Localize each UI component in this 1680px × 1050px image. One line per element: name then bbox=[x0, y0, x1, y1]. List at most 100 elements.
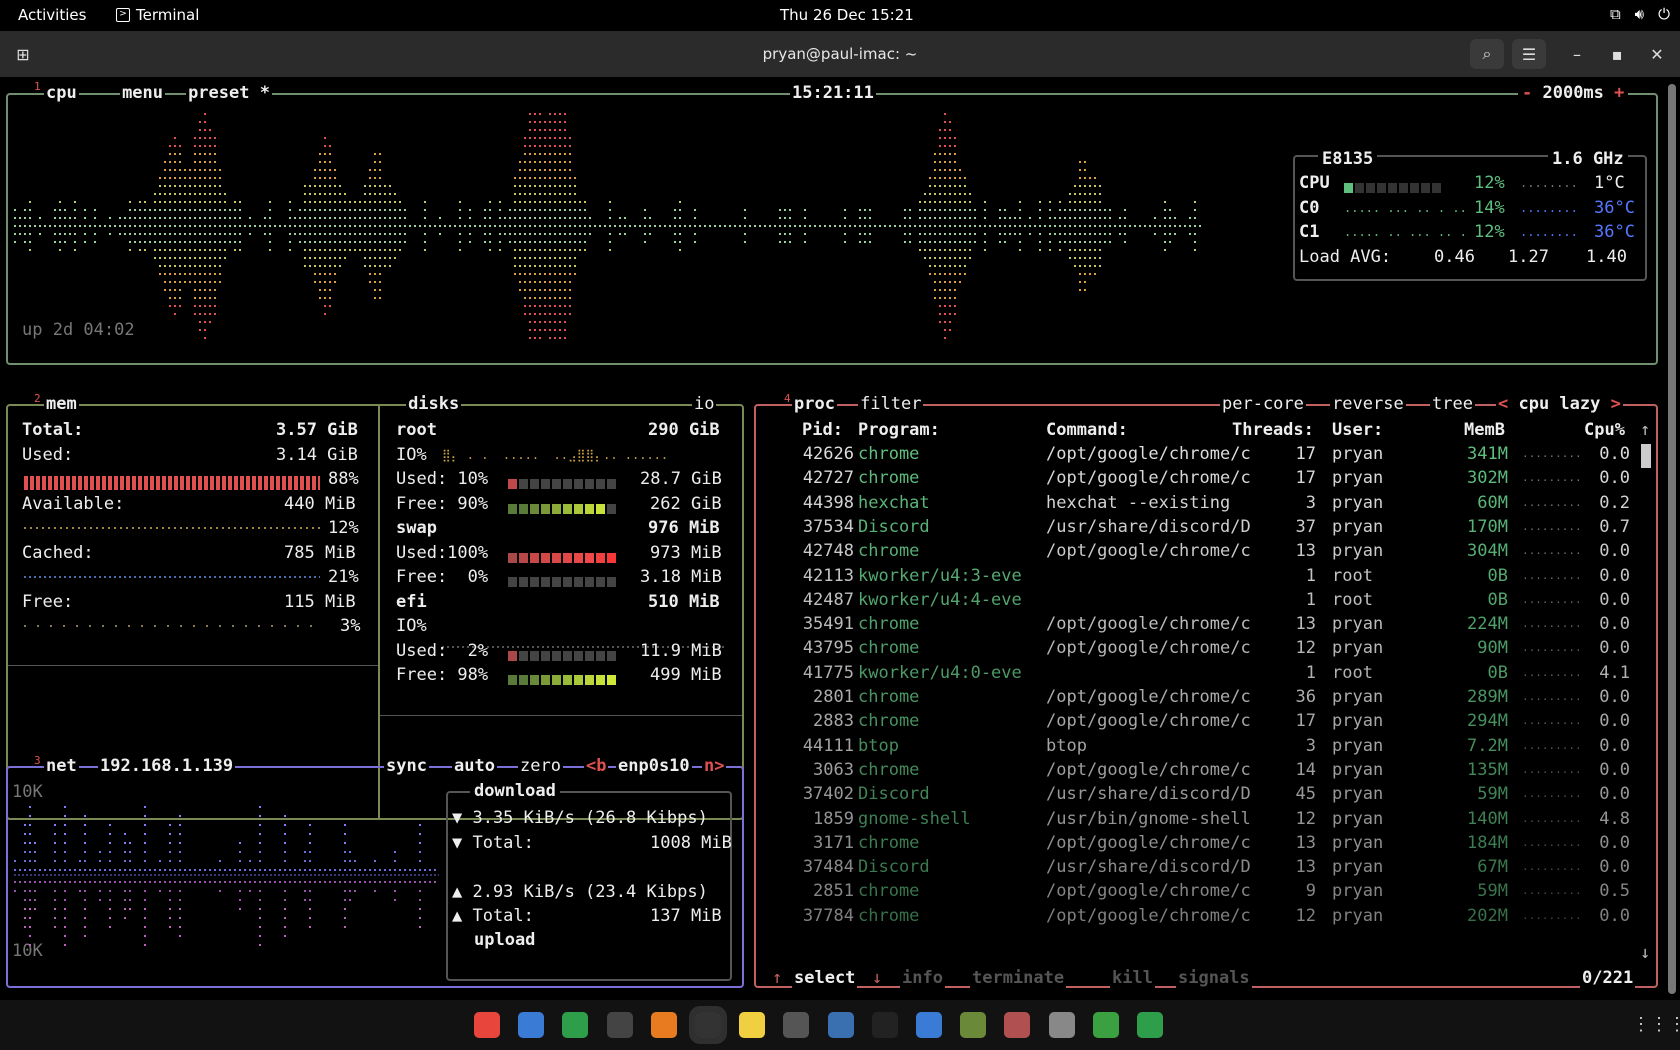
app-menu[interactable]: > Terminal bbox=[116, 6, 199, 24]
cell-command: /opt/google/chrome/c bbox=[1046, 444, 1251, 464]
cpu-graph-dot bbox=[239, 249, 241, 251]
auto-toggle[interactable]: auto bbox=[452, 756, 497, 776]
net-graph-dot bbox=[284, 824, 286, 826]
cpu-graph-dot bbox=[324, 281, 326, 283]
cpu-graph-dot bbox=[554, 249, 556, 251]
cpu-graph-dot bbox=[904, 209, 906, 211]
cpu-graph-dot bbox=[499, 217, 501, 219]
mem-free-label: Free: bbox=[22, 592, 74, 612]
menu-button[interactable]: ☰ bbox=[1512, 39, 1546, 69]
net-graph-dot bbox=[309, 890, 311, 892]
preset-button[interactable]: ppreset * bbox=[186, 83, 272, 103]
cpu-graph-dot bbox=[924, 225, 926, 227]
col-user[interactable]: User: bbox=[1332, 420, 1383, 440]
app-grid-icon[interactable]: ⋮⋮⋮ bbox=[1632, 1014, 1680, 1035]
cpu-graph-dot bbox=[524, 289, 526, 291]
scroll-up-icon[interactable]: ↑ bbox=[1640, 420, 1650, 440]
reverse-toggle[interactable]: rreverse bbox=[1330, 394, 1406, 414]
spreadsheet-icon[interactable] bbox=[562, 1012, 589, 1038]
terminate-button[interactable]: terminate bbox=[970, 968, 1067, 988]
cpu-graph-dot bbox=[214, 145, 216, 147]
terminal-area[interactable]: 1 cpu mmenu ppreset * 15:21:11 - 2000ms … bbox=[0, 77, 1680, 1000]
net-graph-dot bbox=[84, 908, 86, 910]
cpu-graph-dot bbox=[194, 209, 196, 211]
cpu-graph-dot bbox=[1194, 201, 1196, 203]
cpu-graph-dot bbox=[1134, 225, 1136, 227]
select-label[interactable]: select bbox=[792, 968, 858, 988]
per-core-toggle[interactable]: per-core bbox=[1220, 394, 1306, 414]
boxes-icon[interactable] bbox=[960, 1012, 987, 1038]
cpu-graph-dot bbox=[204, 129, 206, 131]
proc-label[interactable]: proc bbox=[792, 394, 837, 414]
settings-icon[interactable] bbox=[1048, 1012, 1075, 1038]
cpu-graph-dot bbox=[769, 225, 771, 227]
filter-button[interactable]: ffilter bbox=[858, 394, 924, 414]
cpu-graph-dot bbox=[334, 209, 336, 211]
kill-button[interactable]: kill bbox=[1110, 968, 1155, 988]
net-graph-dot bbox=[159, 860, 161, 862]
zero-toggle[interactable]: zero bbox=[518, 756, 563, 776]
trash-icon[interactable] bbox=[1137, 1012, 1163, 1038]
close-button[interactable]: ✕ bbox=[1640, 39, 1674, 69]
software-icon[interactable] bbox=[1004, 1012, 1031, 1038]
cpu-graph-dot bbox=[529, 305, 531, 307]
tree-toggle[interactable]: tree bbox=[1430, 394, 1475, 414]
sync-toggle[interactable]: sync bbox=[384, 756, 429, 776]
text-editor-icon[interactable] bbox=[518, 1012, 545, 1038]
notes-icon[interactable] bbox=[739, 1012, 766, 1038]
terminal-icon[interactable] bbox=[689, 1006, 727, 1044]
interval-control[interactable]: - 2000ms + bbox=[1518, 83, 1629, 103]
cpu-graph-dot bbox=[934, 249, 936, 251]
col-cpu[interactable]: Cpu% bbox=[1584, 420, 1625, 440]
calculator-icon[interactable] bbox=[783, 1012, 810, 1038]
cpu-graph-dot bbox=[224, 241, 226, 243]
document-icon[interactable] bbox=[916, 1012, 942, 1038]
disks-label[interactable]: ddisks bbox=[406, 394, 462, 414]
net-label[interactable]: net bbox=[44, 756, 79, 776]
cpu-graph-dot bbox=[534, 193, 536, 195]
extensions-icon[interactable] bbox=[1092, 1012, 1119, 1038]
python-icon[interactable] bbox=[827, 1012, 854, 1038]
proc-scroll-thumb[interactable] bbox=[1641, 444, 1651, 468]
cpu-graph-dot bbox=[124, 217, 126, 219]
net-graph-dot bbox=[309, 917, 311, 919]
minimize-button[interactable]: – bbox=[1560, 39, 1594, 69]
chrome-icon[interactable] bbox=[474, 1012, 500, 1038]
info-button[interactable]: info bbox=[900, 968, 945, 988]
io-toggle[interactable]: io bbox=[692, 394, 717, 414]
vlc-icon[interactable] bbox=[650, 1012, 677, 1038]
cpu-graph-dot bbox=[534, 313, 536, 315]
system-tray[interactable]: ⧉ 🔊︎ ⏻ bbox=[1610, 5, 1670, 23]
terminal-scrollbar-thumb[interactable] bbox=[1668, 84, 1676, 994]
cpu-graph-dot bbox=[884, 225, 886, 227]
sort-selector[interactable]: < cpu lazy > bbox=[1496, 394, 1623, 414]
net-graph-dot bbox=[49, 869, 51, 871]
search-button[interactable]: ⌕ bbox=[1470, 39, 1504, 69]
cpu-label[interactable]: cpu bbox=[44, 83, 79, 103]
cell-threads: 1 bbox=[1305, 662, 1316, 683]
col-mem[interactable]: MemB bbox=[1464, 420, 1505, 440]
clock[interactable]: Thu 26 Dec 15:21 bbox=[780, 6, 914, 24]
gnome-icon[interactable] bbox=[606, 1012, 633, 1038]
activities-button[interactable]: Activities bbox=[18, 6, 86, 24]
cpu-graph-dot bbox=[929, 201, 931, 203]
signals-button[interactable]: signals bbox=[1176, 968, 1252, 988]
next-iface-button[interactable]: n> bbox=[702, 756, 727, 776]
mem-label[interactable]: mem bbox=[44, 394, 79, 414]
menu-button-term[interactable]: mmenu bbox=[120, 83, 166, 103]
scroll-down-icon[interactable]: ↓ bbox=[1640, 943, 1650, 963]
net-graph-dot bbox=[209, 881, 211, 883]
cpu-graph-dot bbox=[324, 313, 326, 315]
cpu-graph-dot bbox=[534, 281, 536, 283]
col-threads[interactable]: Threads: bbox=[1232, 420, 1314, 440]
blackjack-icon[interactable] bbox=[871, 1012, 898, 1038]
col-program[interactable]: Program: bbox=[858, 420, 940, 440]
maximize-button[interactable]: ▪ bbox=[1600, 39, 1634, 69]
cpu-graph-dot bbox=[289, 209, 291, 211]
cpu-graph-dot bbox=[524, 137, 526, 139]
cpu-graph-dot bbox=[1024, 225, 1026, 227]
col-command[interactable]: Command: bbox=[1046, 420, 1128, 440]
prev-iface-button[interactable]: <b bbox=[584, 756, 609, 776]
col-pid[interactable]: Pid: bbox=[802, 420, 843, 440]
net-graph-dot bbox=[129, 881, 131, 883]
